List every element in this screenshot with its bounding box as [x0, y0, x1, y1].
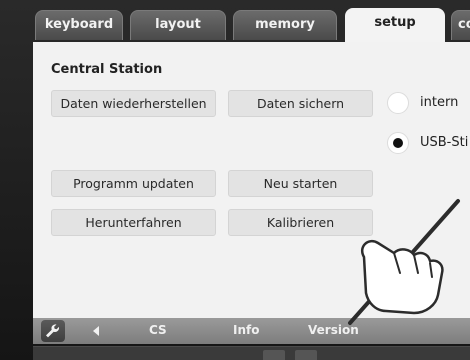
- radio-selected-dot: [393, 138, 403, 148]
- restore-data-button[interactable]: Daten wiederherstellen: [51, 90, 216, 117]
- shutdown-button[interactable]: Herunterfahren: [51, 209, 216, 236]
- wrench-button[interactable]: [41, 320, 65, 342]
- radio-usb-label[interactable]: USB-Sti: [420, 135, 468, 150]
- update-program-button[interactable]: Programm updaten: [51, 170, 216, 197]
- bottom-bar: CS Info Version: [33, 318, 470, 344]
- status-strip: [33, 346, 470, 360]
- tab-co[interactable]: co: [451, 10, 470, 40]
- radio-usb[interactable]: [387, 132, 409, 154]
- tab-bar: keyboard layout memory setup co: [33, 8, 470, 44]
- status-segment: [295, 350, 317, 360]
- radio-intern-label[interactable]: intern: [420, 95, 458, 110]
- breadcrumb-info[interactable]: Info: [233, 323, 259, 337]
- section-title: Central Station: [51, 62, 163, 77]
- tab-setup[interactable]: setup: [345, 8, 445, 44]
- breadcrumb-cs[interactable]: CS: [149, 323, 167, 337]
- breadcrumb-version[interactable]: Version: [308, 323, 359, 337]
- radio-intern[interactable]: [387, 92, 409, 114]
- setup-panel: Central Station Daten wiederherstellen D…: [33, 42, 470, 318]
- restart-button[interactable]: Neu starten: [228, 170, 373, 197]
- backup-data-button[interactable]: Daten sichern: [228, 90, 373, 117]
- status-segment: [263, 350, 285, 360]
- back-arrow-icon[interactable]: [93, 326, 99, 336]
- tab-memory[interactable]: memory: [233, 10, 337, 40]
- wrench-icon: [46, 324, 60, 338]
- calibrate-button[interactable]: Kalibrieren: [228, 209, 373, 236]
- tab-keyboard[interactable]: keyboard: [35, 10, 123, 40]
- tab-layout[interactable]: layout: [130, 10, 226, 40]
